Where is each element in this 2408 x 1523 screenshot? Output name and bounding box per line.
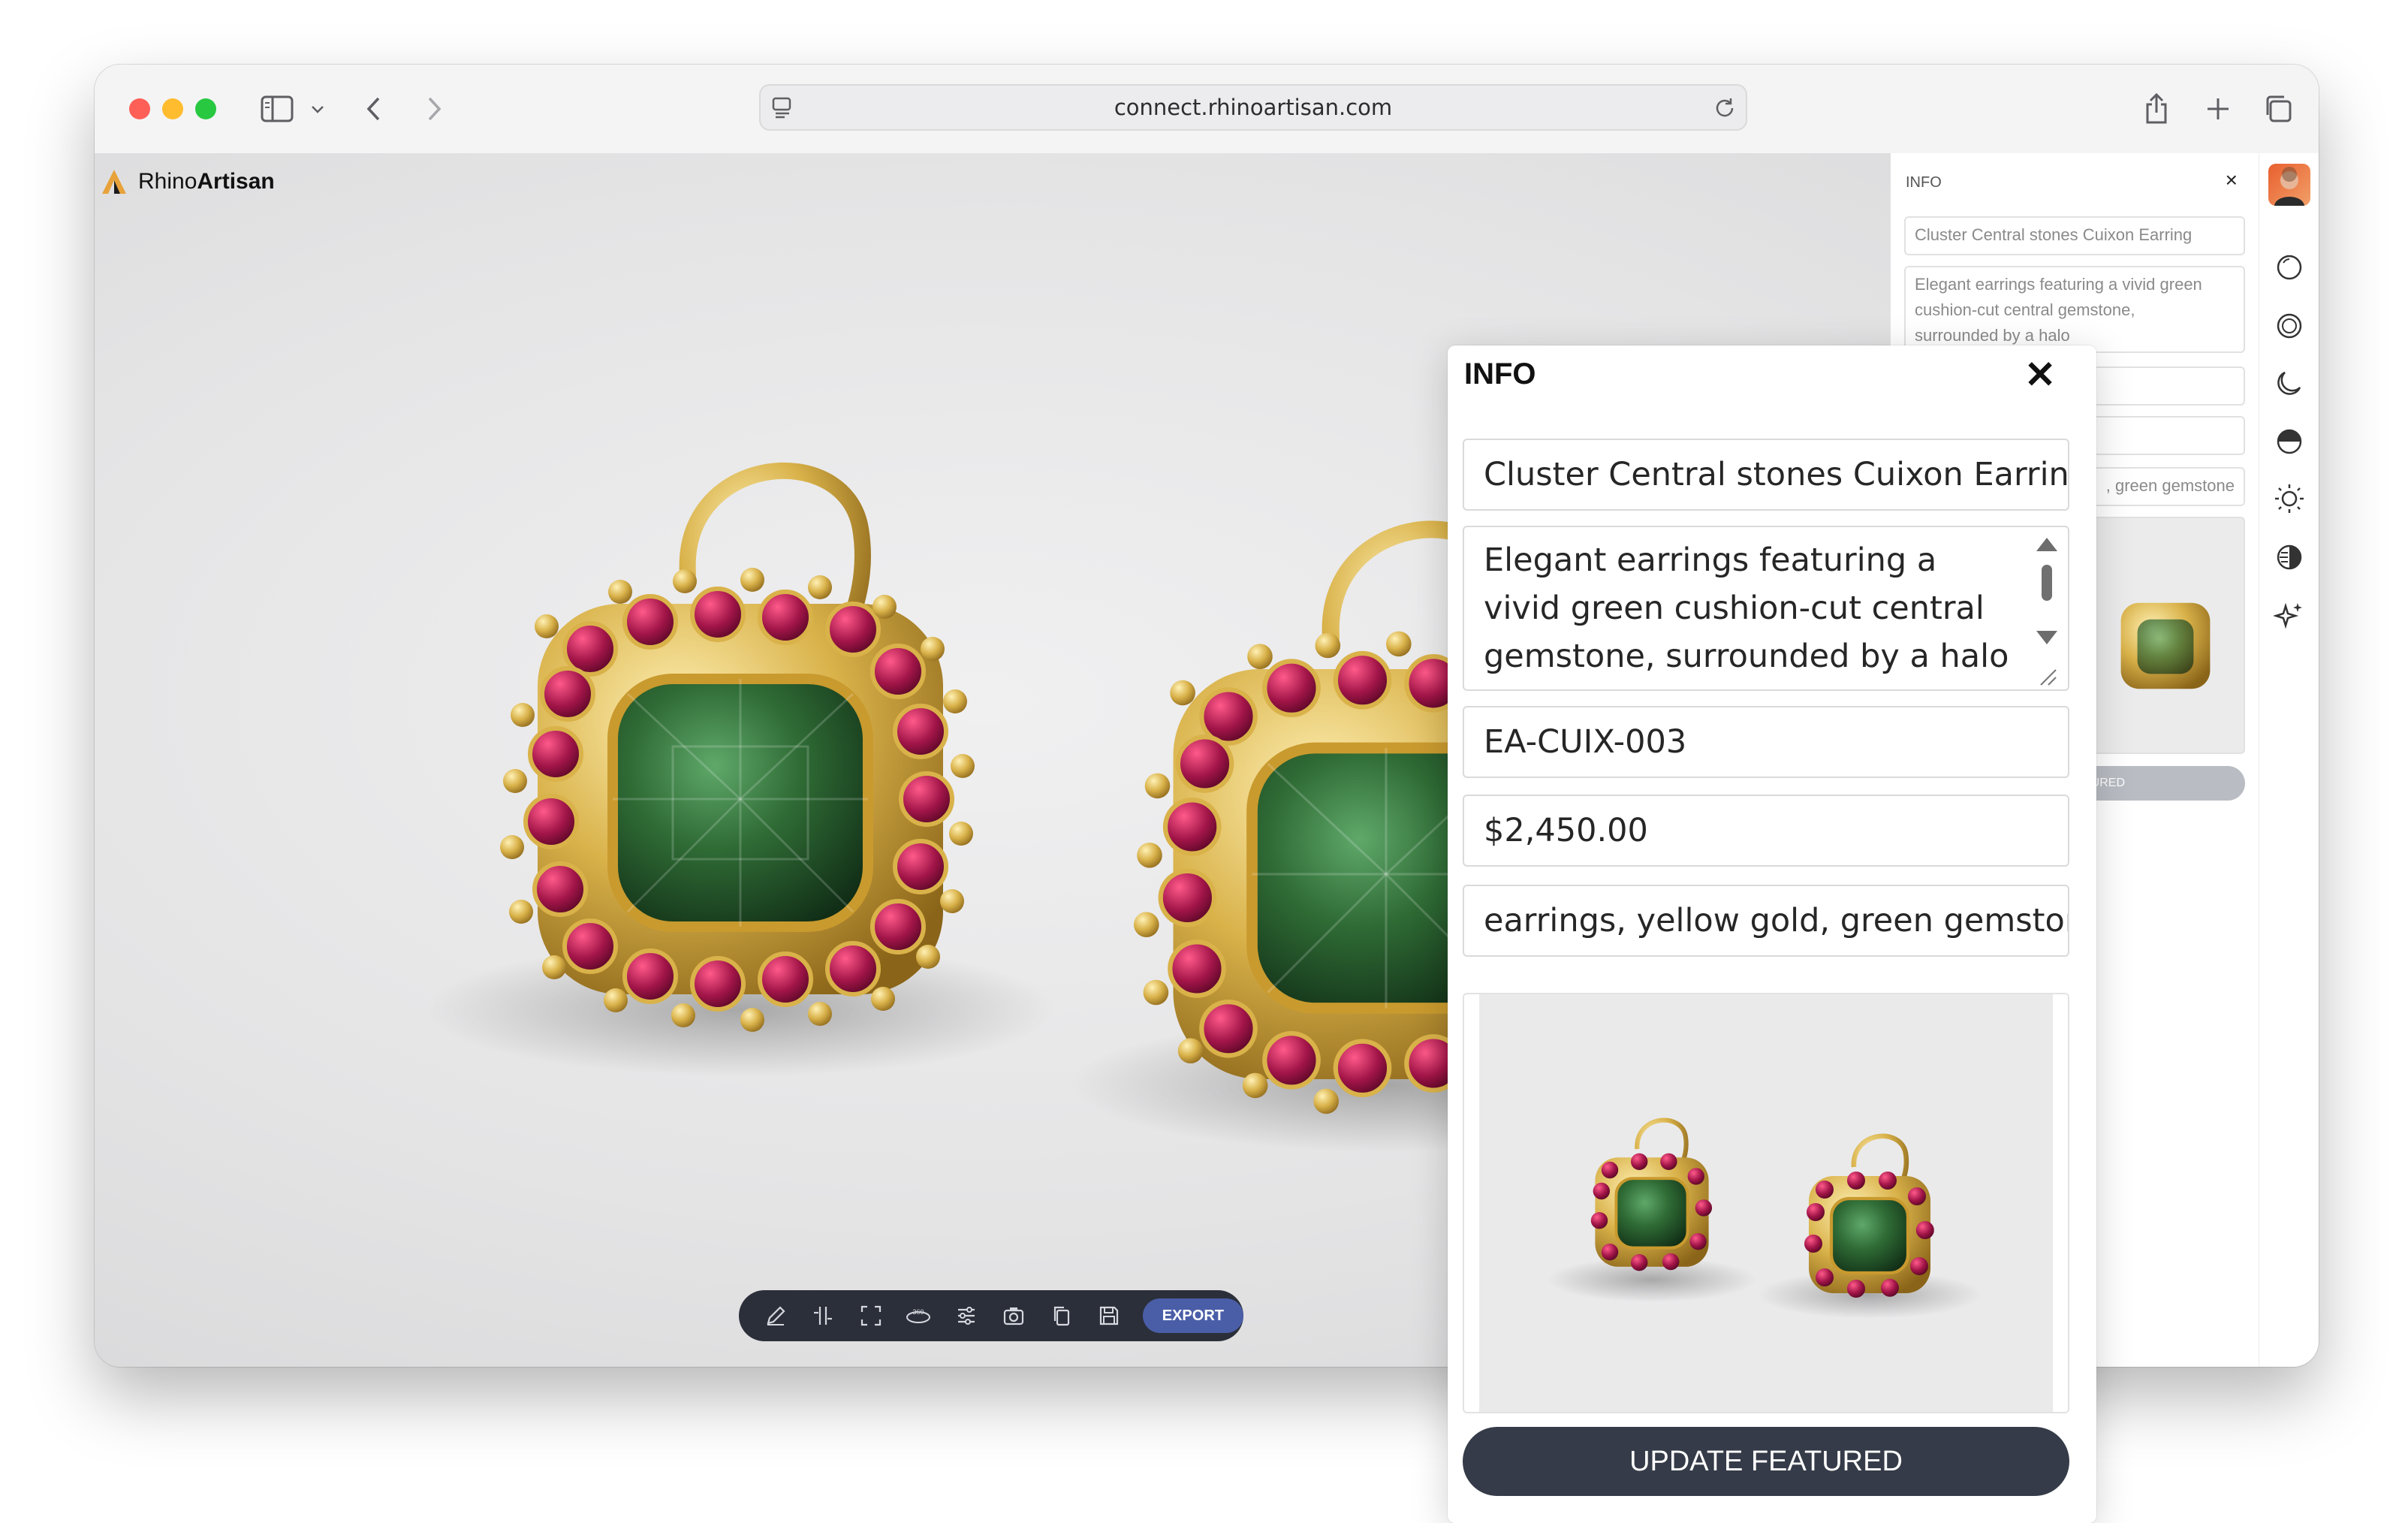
sphere-icon[interactable]	[2270, 306, 2309, 345]
tab-overview-icon[interactable]	[2262, 87, 2295, 131]
sparkle-icon[interactable]	[2270, 596, 2309, 635]
close-icon[interactable]: ✕	[2024, 353, 2056, 397]
product-name-field[interactable]: Cluster Central stones Cuixon Earring	[1463, 439, 2069, 511]
chevron-down-icon[interactable]	[308, 87, 327, 131]
pencil-icon[interactable]	[758, 1298, 792, 1333]
user-avatar[interactable]	[2268, 164, 2310, 206]
description-text: Elegant earrings featuring a vivid green…	[1484, 541, 2009, 675]
address-bar[interactable]: connect.rhinoartisan.com	[759, 84, 1747, 131]
frame-icon[interactable]	[854, 1298, 888, 1333]
rotate-360-icon[interactable]: 360	[901, 1298, 935, 1333]
minimize-window-button[interactable]	[162, 98, 183, 119]
bg-info-header: INFO	[1906, 174, 1942, 191]
moon-icon[interactable]	[2270, 363, 2309, 403]
camera-icon[interactable]	[996, 1298, 1030, 1333]
url-text: connect.rhinoartisan.com	[1114, 95, 1393, 120]
earrings-render	[425, 462, 1536, 1152]
tags-field[interactable]: earrings, yellow gold, green gemstone	[1463, 885, 2069, 957]
svg-text:360: 360	[913, 1308, 924, 1316]
product-description-field[interactable]: Elegant earrings featuring a vivid green…	[1463, 526, 2069, 691]
featured-preview-image	[1463, 993, 2069, 1413]
info-panel: INFO ✕ Cluster Central stones Cuixon Ear…	[1448, 345, 2096, 1523]
bg-name-field[interactable]: Cluster Central stones Cuixon Earring	[1904, 216, 2245, 255]
browser-titlebar: connect.rhinoartisan.com	[95, 65, 2319, 154]
crosshair-icon[interactable]	[806, 1298, 839, 1333]
forward-icon[interactable]	[419, 87, 449, 131]
sku-field[interactable]: EA-CUIX-003	[1463, 706, 2069, 778]
maximize-window-button[interactable]	[195, 98, 216, 119]
sliders-icon[interactable]	[949, 1298, 983, 1333]
close-window-button[interactable]	[129, 98, 150, 119]
description-scrollbar[interactable]	[2033, 535, 2060, 689]
sun-icon[interactable]	[2270, 479, 2309, 518]
bg-description-field[interactable]: Elegant earrings featuring a vivid green…	[1904, 266, 2245, 353]
price-field[interactable]: $2,450.00	[1463, 795, 2069, 867]
new-tab-icon[interactable]	[2202, 87, 2235, 131]
share-icon[interactable]	[2140, 87, 2173, 131]
contrast-icon[interactable]	[2270, 538, 2309, 577]
info-panel-title: INFO	[1464, 357, 1536, 391]
copy-icon[interactable]	[1044, 1298, 1078, 1333]
circle-outline-icon[interactable]	[2270, 248, 2309, 287]
reload-icon[interactable]	[1713, 96, 1737, 125]
environment-icon[interactable]	[2270, 422, 2309, 461]
viewport-toolbar: 360 EXPORT	[739, 1290, 1243, 1341]
back-icon[interactable]	[359, 87, 389, 131]
update-featured-button[interactable]: UPDATE FEATURED	[1463, 1427, 2069, 1496]
export-button[interactable]: EXPORT	[1142, 1298, 1243, 1333]
sidebar-toggle-icon[interactable]	[258, 87, 296, 131]
page-settings-icon[interactable]	[771, 96, 794, 124]
bg-close-icon[interactable]: ×	[2226, 168, 2238, 192]
right-tool-rail	[2259, 153, 2319, 1367]
save-icon[interactable]	[1092, 1298, 1126, 1333]
